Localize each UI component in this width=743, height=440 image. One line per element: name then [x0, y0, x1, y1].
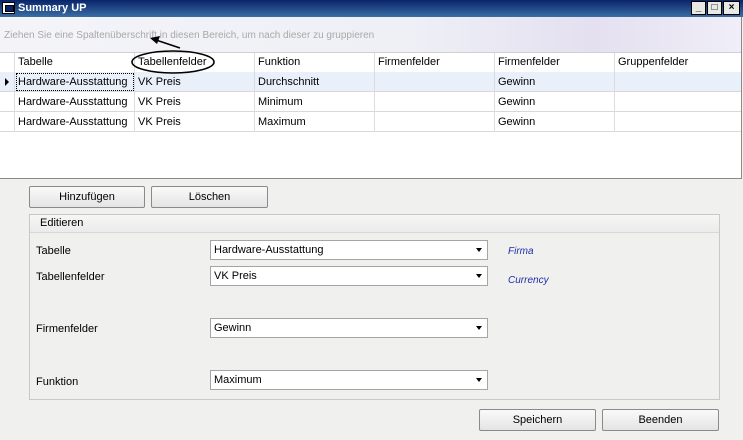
table-cell[interactable]: [615, 112, 741, 132]
table-select-value: Hardware-Ausstattung: [214, 244, 324, 256]
table-cell[interactable]: VK Preis: [135, 72, 255, 92]
table-hint: Firma: [508, 246, 534, 257]
table-cell[interactable]: [615, 72, 741, 92]
dropdown-arrow-icon[interactable]: [476, 378, 482, 382]
company-fields-select-value: Gewinn: [214, 322, 252, 334]
function-select-value: Maximum: [214, 374, 262, 386]
table-cell[interactable]: Minimum: [255, 92, 375, 112]
table-cell[interactable]: [615, 92, 741, 112]
delete-button[interactable]: Löschen: [151, 186, 268, 208]
table-select[interactable]: Hardware-Ausstattung: [210, 240, 488, 260]
add-button[interactable]: Hinzufügen: [29, 186, 145, 208]
table-cell[interactable]: Durchschnitt: [255, 72, 375, 92]
table-row[interactable]: Hardware-Ausstattung VK Preis Maximum Ge…: [0, 112, 741, 132]
table-label: Tabelle: [36, 245, 71, 257]
row-indicator[interactable]: [0, 72, 15, 92]
table-cell[interactable]: Gewinn: [495, 112, 615, 132]
dropdown-arrow-icon[interactable]: [476, 326, 482, 330]
function-label: Funktion: [36, 376, 79, 388]
table-row[interactable]: Hardware-Ausstattung VK Preis Durchschni…: [0, 72, 741, 92]
table-cell[interactable]: [375, 112, 495, 132]
column-header-funktion[interactable]: Funktion: [255, 53, 375, 72]
column-header-tabelle[interactable]: Tabelle: [15, 53, 135, 72]
table-cell[interactable]: [375, 72, 495, 92]
table-cell[interactable]: Hardware-Ausstattung: [15, 72, 135, 92]
column-header-tabellenfelder[interactable]: Tabellenfelder: [135, 53, 255, 72]
title-bar: Summary UP _ □ ×: [0, 0, 743, 17]
window-title: Summary UP: [18, 2, 87, 14]
fields-select-value: VK Preis: [214, 270, 257, 282]
row-indicator[interactable]: [0, 92, 15, 112]
table-cell[interactable]: Gewinn: [495, 92, 615, 112]
table-cell[interactable]: [375, 92, 495, 112]
header-row-indicator: [0, 53, 15, 72]
column-header-gruppenfelder[interactable]: Gruppenfelder: [615, 53, 741, 72]
maximize-button[interactable]: □: [707, 1, 722, 15]
dropdown-arrow-icon[interactable]: [476, 248, 482, 252]
close-button[interactable]: ×: [723, 1, 740, 15]
company-fields-select[interactable]: Gewinn: [210, 318, 488, 338]
table-cell[interactable]: Hardware-Ausstattung: [15, 112, 135, 132]
save-button[interactable]: Speichern: [479, 409, 596, 431]
table-cell[interactable]: Maximum: [255, 112, 375, 132]
company-fields-label: Firmenfelder: [36, 323, 98, 335]
data-grid[interactable]: Ziehen Sie eine Spaltenüberschrift in di…: [0, 17, 742, 179]
dropdown-arrow-icon[interactable]: [476, 274, 482, 278]
function-select[interactable]: Maximum: [210, 370, 488, 390]
table-cell[interactable]: VK Preis: [135, 92, 255, 112]
row-pointer-icon: [5, 78, 9, 86]
grid-header-row: Tabelle Tabellenfelder Funktion Firmenfe…: [0, 52, 741, 73]
group-by-panel[interactable]: Ziehen Sie eine Spaltenüberschrift in di…: [0, 17, 741, 52]
table-cell[interactable]: Gewinn: [495, 72, 615, 92]
column-header-firmenfelder-1[interactable]: Firmenfelder: [375, 53, 495, 72]
edit-legend: Editieren: [40, 217, 84, 229]
quit-button[interactable]: Beenden: [602, 409, 719, 431]
table-cell[interactable]: VK Preis: [135, 112, 255, 132]
group-by-hint: Ziehen Sie eine Spaltenüberschrift in di…: [4, 30, 375, 41]
column-header-firmenfelder-2[interactable]: Firmenfelder: [495, 53, 615, 72]
table-row[interactable]: Hardware-Ausstattung VK Preis Minimum Ge…: [0, 92, 741, 112]
row-indicator[interactable]: [0, 112, 15, 132]
app-icon[interactable]: [2, 2, 15, 14]
fields-select[interactable]: VK Preis: [210, 266, 488, 286]
edit-groupbox-header: Editieren: [30, 215, 719, 233]
table-cell[interactable]: Hardware-Ausstattung: [15, 92, 135, 112]
fields-label: Tabellenfelder: [36, 271, 105, 283]
minimize-button[interactable]: _: [691, 1, 706, 15]
fields-hint: Currency: [508, 275, 549, 286]
